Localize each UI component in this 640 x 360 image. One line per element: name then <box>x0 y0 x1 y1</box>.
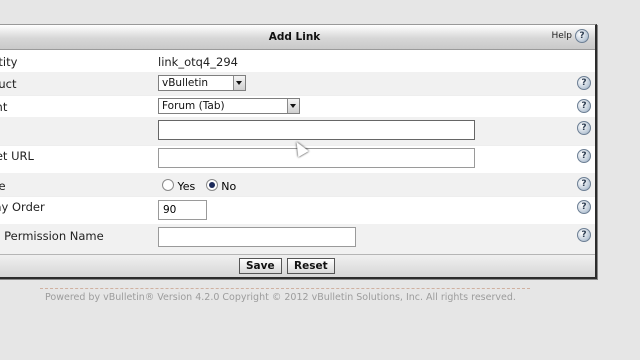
row-show-permission: ow Permission Name ? <box>0 224 595 254</box>
active-no-radio[interactable] <box>205 179 218 191</box>
reset-button[interactable]: Reset <box>287 258 335 274</box>
parent-select-value: Forum (Tab) <box>162 100 225 112</box>
copyright-text: Powered by vBulletin® Version 4.2.0 Copy… <box>45 292 516 303</box>
parent-help-icon[interactable]: ? <box>577 99 591 113</box>
show-permission-help-icon[interactable]: ? <box>577 228 591 242</box>
row-active: tive Yes No ? <box>0 173 595 197</box>
row-display-order: play Order ? <box>0 196 595 225</box>
help-button[interactable]: Help ? <box>551 29 589 43</box>
identity-value: link_otq4_294 <box>158 55 238 69</box>
identity-label: entity <box>0 55 18 69</box>
title-input[interactable] <box>158 120 475 140</box>
button-bar: Save Reset <box>0 254 595 277</box>
display-order-help-icon[interactable]: ? <box>577 200 591 214</box>
product-label: oduct <box>0 77 17 91</box>
target-url-input[interactable] <box>158 148 475 168</box>
active-radio-group: Yes No <box>162 179 236 193</box>
product-help-icon[interactable]: ? <box>577 76 591 90</box>
row-identity: entity link_otq4_294 <box>0 50 595 73</box>
display-order-input[interactable] <box>158 200 207 220</box>
display-order-label: play Order <box>0 200 45 214</box>
row-parent: rent Forum (Tab) ? <box>0 95 595 118</box>
panel-title: Add Link <box>268 31 321 43</box>
row-product: oduct vBulletin ? <box>0 72 595 96</box>
product-select[interactable]: vBulletin <box>158 75 246 91</box>
show-permission-label: ow Permission Name <box>0 229 104 243</box>
parent-label: rent <box>0 100 8 114</box>
save-button[interactable]: Save <box>239 258 282 274</box>
target-url-label: rget URL <box>0 149 34 163</box>
footer-divider <box>40 288 530 289</box>
title-help-icon[interactable]: ? <box>577 121 591 135</box>
show-permission-input[interactable] <box>158 227 356 247</box>
chevron-down-icon <box>233 76 245 90</box>
parent-select[interactable]: Forum (Tab) <box>158 98 300 114</box>
panel-header: Add Link Help ? <box>0 25 595 50</box>
active-help-icon[interactable]: ? <box>577 177 591 191</box>
help-label: Help <box>551 31 572 41</box>
chevron-down-icon <box>287 99 299 113</box>
active-yes-radio[interactable] <box>162 179 174 191</box>
active-no-label: No <box>221 180 237 193</box>
target-url-help-icon[interactable]: ? <box>577 149 591 163</box>
product-select-value: vBulletin <box>162 77 209 89</box>
help-icon[interactable]: ? <box>575 29 589 43</box>
active-label: tive <box>0 179 6 193</box>
active-yes-label: Yes <box>177 180 196 193</box>
